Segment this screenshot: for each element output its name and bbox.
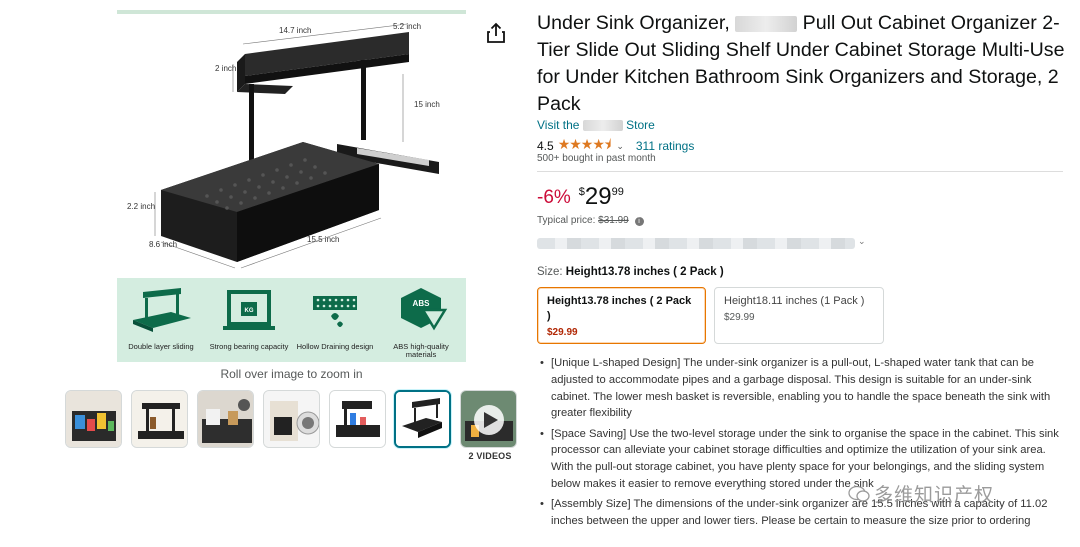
watermark-text: 多维知识产权 — [874, 484, 995, 506]
thumbnail[interactable] — [131, 390, 188, 448]
size-option[interactable]: Height18.11 inches (1 Pack ) $29.99 — [714, 287, 884, 344]
redacted-store-name — [582, 120, 623, 132]
size-option-name: Height18.11 inches (1 Pack ) — [724, 295, 865, 307]
store-link-suffix: Store — [626, 118, 655, 132]
drain-grid-icon — [313, 296, 357, 327]
dim-bottom-depth: 8.6 inch — [149, 240, 178, 249]
thumbnail-selected[interactable] — [394, 390, 451, 448]
price-fraction: 99 — [611, 186, 624, 198]
dim-bottom-height: 2.2 inch — [127, 202, 156, 211]
zoom-hint: Roll over image to zoom in — [220, 367, 363, 381]
share-icon[interactable] — [486, 22, 506, 44]
ratings-count-link[interactable]: 311 ratings — [636, 139, 694, 153]
wechat-logo-icon — [848, 485, 870, 502]
videos-count-label[interactable]: 2 VIDEOS — [462, 451, 518, 461]
chevron-down-icon[interactable]: ⌄ — [616, 141, 624, 152]
thumbnail-image — [330, 391, 385, 447]
feature-label: Strong bearing capacity — [209, 342, 289, 351]
video-thumbnail-image — [461, 391, 516, 447]
dim-width: 14.7 inch — [279, 26, 312, 35]
feature-label: ABS high-quality materials — [393, 342, 449, 359]
feature-band: Double layer sliding KG Strong bearing c… — [117, 278, 466, 362]
dim-upright: 15 inch — [414, 100, 440, 109]
main-product-image[interactable]: 14.7 inch 5.2 inch 2 inch 15 inch 2.2 in… — [117, 10, 466, 362]
video-thumbnail[interactable] — [460, 390, 517, 448]
thumbnail-image — [66, 391, 121, 447]
dim-top-height: 2 inch — [215, 64, 237, 73]
product-title: Under Sink Organizer, Pull Out Cabinet O… — [537, 10, 1067, 118]
dim-depth: 5.2 inch — [393, 22, 422, 31]
double-layer-icon — [133, 288, 191, 332]
thumbnail-image — [264, 391, 319, 447]
size-option-price: $29.99 — [547, 327, 578, 338]
kg-label: KG — [245, 308, 254, 314]
dim-length: 15.5 inch — [307, 235, 340, 244]
size-selected-value: Height13.78 inches ( 2 Pack ) — [565, 266, 724, 278]
info-icon[interactable]: i — [634, 217, 644, 226]
thumbnail[interactable] — [65, 390, 122, 448]
typical-price-value: $31.99 — [598, 215, 629, 226]
store-link[interactable]: Visit the Store — [537, 118, 655, 132]
redacted-brand — [735, 15, 798, 32]
abs-material-icon: ABS — [401, 288, 448, 331]
divider — [537, 171, 1063, 172]
watermark: 多维知识产权 — [848, 480, 994, 507]
price-block: -6% $ 29 99 — [537, 184, 624, 212]
feature-label: Hollow Draining design — [296, 342, 374, 351]
price-whole: 29 — [584, 183, 612, 210]
product-title-part1: Under Sink Organizer, — [537, 12, 730, 34]
feature-label: Double layer sliding — [128, 342, 194, 351]
store-link-prefix: Visit the — [537, 118, 580, 132]
organizer-drawing — [154, 23, 439, 269]
thumbnail-image — [132, 391, 187, 447]
size-option-selected[interactable]: Height13.78 inches ( 2 Pack ) $29.99 — [537, 287, 706, 344]
feature-bullet: [Unique L-shaped Design] The under-sink … — [537, 355, 1063, 422]
typical-price: Typical price: $31.99 i — [537, 215, 644, 226]
redacted-offer-line — [537, 238, 855, 249]
size-option-name: Height13.78 inches ( 2 Pack ) — [547, 295, 692, 322]
size-label-text: Size: — [537, 266, 563, 278]
thumbnail[interactable] — [197, 390, 254, 448]
size-selector-label: Size: Height13.78 inches ( 2 Pack ) — [537, 266, 724, 278]
weight-kg-icon: KG — [223, 290, 275, 330]
thumbnail[interactable] — [329, 390, 386, 448]
chevron-down-icon[interactable]: ⌄ — [858, 236, 866, 247]
discount-percent: -6% — [537, 187, 571, 208]
size-option-price: $29.99 — [724, 312, 755, 323]
thumbnail-image — [396, 392, 449, 446]
typical-price-label: Typical price: — [537, 215, 596, 226]
bought-in-past-month: 500+ bought in past month — [537, 153, 656, 164]
rating-value: 4.5 — [537, 139, 554, 153]
thumbnail-image — [198, 391, 253, 447]
thumbnail[interactable] — [263, 390, 320, 448]
abs-label: ABS — [413, 299, 431, 308]
